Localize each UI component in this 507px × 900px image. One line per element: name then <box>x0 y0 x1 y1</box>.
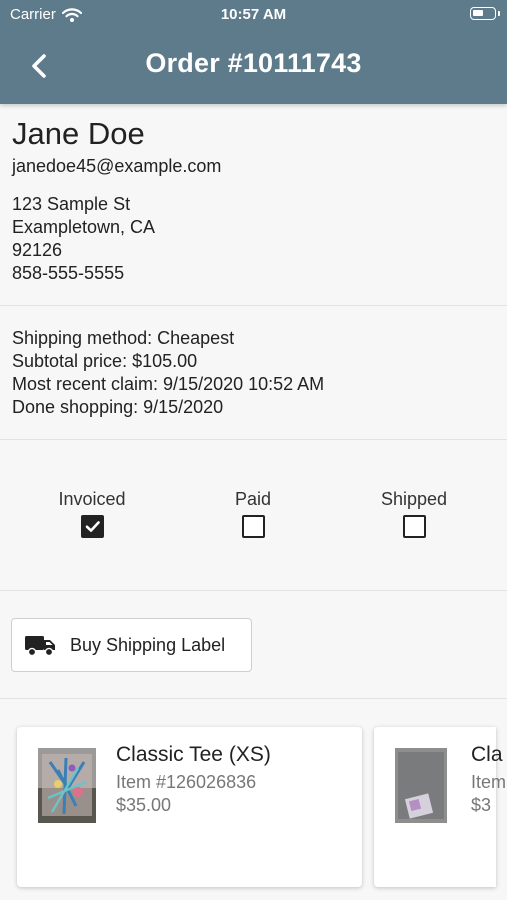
customer-phone: 858-555-5555 <box>12 263 125 283</box>
address-city-state: Exampletown, CA <box>12 217 156 237</box>
divider <box>0 590 507 591</box>
item-number: Item #126026836 <box>116 772 257 792</box>
flag-label: Invoiced <box>58 489 126 509</box>
flag-shipped: Shipped <box>344 488 484 538</box>
item-thumbnail <box>395 748 447 823</box>
item-card[interactable]: Classic Tee (XS) Item #126026836 $35.00 <box>17 727 362 887</box>
battery-level <box>473 10 483 16</box>
recent-claim: Most recent claim: 9/15/2020 10:52 AM <box>12 374 325 394</box>
battery-icon <box>470 7 500 20</box>
item-price: $35.00 <box>116 795 172 815</box>
done-shopping: Done shopping: 9/15/2020 <box>12 397 224 417</box>
item-thumbnail <box>38 748 96 823</box>
page-title: Order #10111743 <box>145 48 362 78</box>
item-card[interactable]: Cla Item $3 <box>374 727 506 887</box>
customer-address: 123 Sample St Exampletown, CA 92126 858-… <box>12 193 492 285</box>
customer-info: Jane Doe janedoe45@example.com 123 Sampl… <box>12 114 492 285</box>
order-items-carousel[interactable]: Classic Tee (XS) Item #126026836 $35.00 … <box>0 700 507 900</box>
buy-shipping-label-button[interactable]: Buy Shipping Label <box>11 618 252 672</box>
divider <box>0 305 507 306</box>
item-name: Classic Tee (XS) <box>116 743 271 766</box>
checkmark-icon <box>85 521 100 532</box>
flag-label: Paid <box>234 489 272 509</box>
item-price: $3 <box>471 795 492 815</box>
app-header: Carrier 10:57 AM Order #10111743 <box>0 0 507 104</box>
battery-tip <box>498 11 500 16</box>
address-zip: 92126 <box>12 240 63 260</box>
buy-shipping-label-text: Buy Shipping Label <box>70 634 226 655</box>
customer-email: janedoe45@example.com <box>12 156 222 176</box>
item-number: Item <box>471 772 507 792</box>
status-time: 10:57 AM <box>220 6 287 23</box>
order-status-flags: Invoiced Paid Shipped <box>0 488 507 548</box>
subtotal-price: Subtotal price: $105.00 <box>12 351 198 371</box>
address-line: 123 Sample St <box>12 194 131 214</box>
flag-paid: Paid <box>183 488 323 538</box>
customer-name: Jane Doe <box>12 116 145 151</box>
item-name: Cla <box>471 743 503 766</box>
divider <box>0 698 507 699</box>
shipped-checkbox[interactable] <box>402 515 426 538</box>
flag-label: Shipped <box>380 489 448 509</box>
order-summary: Shipping method: Cheapest Subtotal price… <box>12 327 324 419</box>
invoiced-checkbox[interactable] <box>80 515 104 538</box>
truck-icon <box>24 633 56 657</box>
paid-checkbox[interactable] <box>241 515 265 538</box>
divider <box>0 439 507 440</box>
flag-invoiced: Invoiced <box>22 488 162 538</box>
shipping-method: Shipping method: Cheapest <box>12 328 235 348</box>
status-bar: Carrier 10:57 AM <box>0 0 507 32</box>
